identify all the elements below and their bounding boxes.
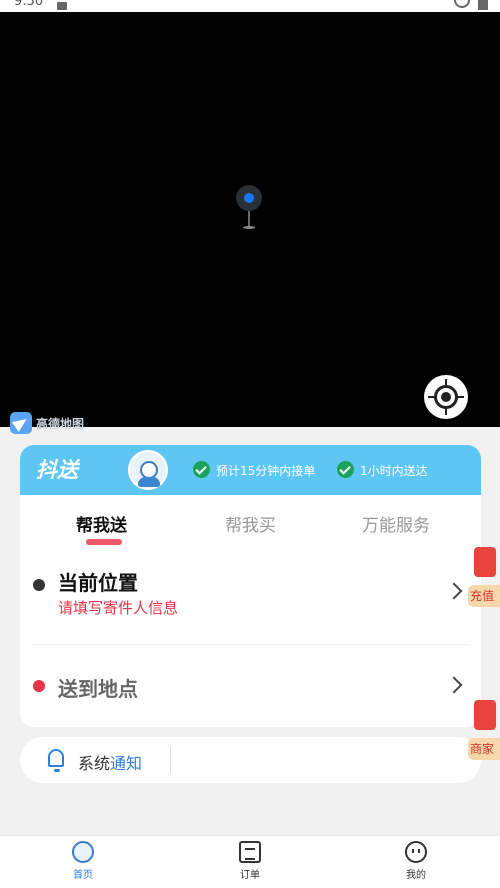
pickup-row[interactable]: 当前位置 请填写寄件人信息 [20, 557, 481, 645]
service-tabs: 帮我送 帮我买 万能服务 [20, 507, 481, 547]
chevron-right-icon [445, 676, 463, 694]
tab-universal-service[interactable]: 万能服务 [362, 511, 430, 536]
notification-icon [57, 2, 67, 10]
notice-text: 系统通知 [78, 750, 142, 774]
check-icon [337, 461, 354, 478]
check-icon [193, 461, 210, 478]
pickup-dot-icon [33, 579, 45, 591]
order-list-icon [239, 841, 261, 863]
status-bar: 9:50 [0, 0, 500, 12]
nav-home[interactable]: 首页 [33, 841, 133, 881]
nav-home-label: 首页 [73, 870, 93, 881]
pin-shadow [243, 226, 255, 229]
map-provider-logo: 高德地图 [10, 412, 84, 434]
amap-logo-icon [10, 412, 32, 434]
divider [32, 644, 468, 645]
notice-prefix: 系统 [78, 754, 111, 773]
active-tab-indicator [86, 539, 122, 545]
chevron-right-icon [445, 582, 463, 600]
system-notice-bar[interactable]: 系统通知 [20, 737, 481, 783]
locate-button[interactable] [424, 375, 468, 419]
nav-me[interactable]: 我的 [366, 841, 466, 881]
nav-me-label: 我的 [406, 870, 426, 881]
notice-divider [170, 747, 171, 773]
home-avatar-icon [72, 841, 94, 863]
dropoff-title: 送到地点 [58, 677, 138, 701]
tab-help-buy[interactable]: 帮我买 [225, 511, 276, 536]
gift-icon [474, 547, 496, 577]
location-pin-icon [236, 185, 262, 211]
feature-delivery-time: 1小时内送达 [360, 464, 428, 478]
gift-icon [474, 700, 496, 730]
status-time: 9:50 [14, 0, 44, 9]
recharge-float-button[interactable]: 充值 [468, 537, 500, 607]
map-provider-text: 高德地图 [36, 416, 85, 431]
merchant-label: 商家 [468, 738, 500, 760]
nav-orders-label: 订单 [240, 870, 260, 881]
brand-logo: 抖送 [36, 458, 78, 482]
map-view[interactable]: 高德地图 [0, 12, 500, 434]
nav-orders[interactable]: 订单 [200, 841, 300, 881]
feature-pickup-time: 预计15分钟内接单 [216, 464, 316, 478]
recharge-label: 充值 [468, 585, 500, 607]
notice-highlight: 通知 [110, 754, 143, 773]
service-banner: 抖送 预计15分钟内接单 1小时内送达 [20, 445, 481, 495]
crosshair-dot [441, 392, 451, 402]
pin-stem [248, 211, 250, 227]
bottom-nav: 首页 订单 我的 [0, 835, 500, 888]
bell-icon [48, 749, 64, 772]
pickup-title: 当前位置 [58, 571, 138, 595]
order-card: 抖送 预计15分钟内接单 1小时内送达 帮我送 帮我买 万能服务 当前位置 请填… [20, 445, 481, 727]
battery-icon [478, 0, 488, 10]
wifi-icon [454, 0, 470, 8]
profile-face-icon [405, 841, 427, 863]
mascot-avatar [128, 450, 168, 490]
dropoff-dot-icon [33, 680, 45, 692]
pickup-subtitle: 请填写寄件人信息 [58, 599, 179, 617]
tab-help-deliver[interactable]: 帮我送 [76, 511, 127, 536]
merchant-float-button[interactable]: 商家 [468, 690, 500, 760]
